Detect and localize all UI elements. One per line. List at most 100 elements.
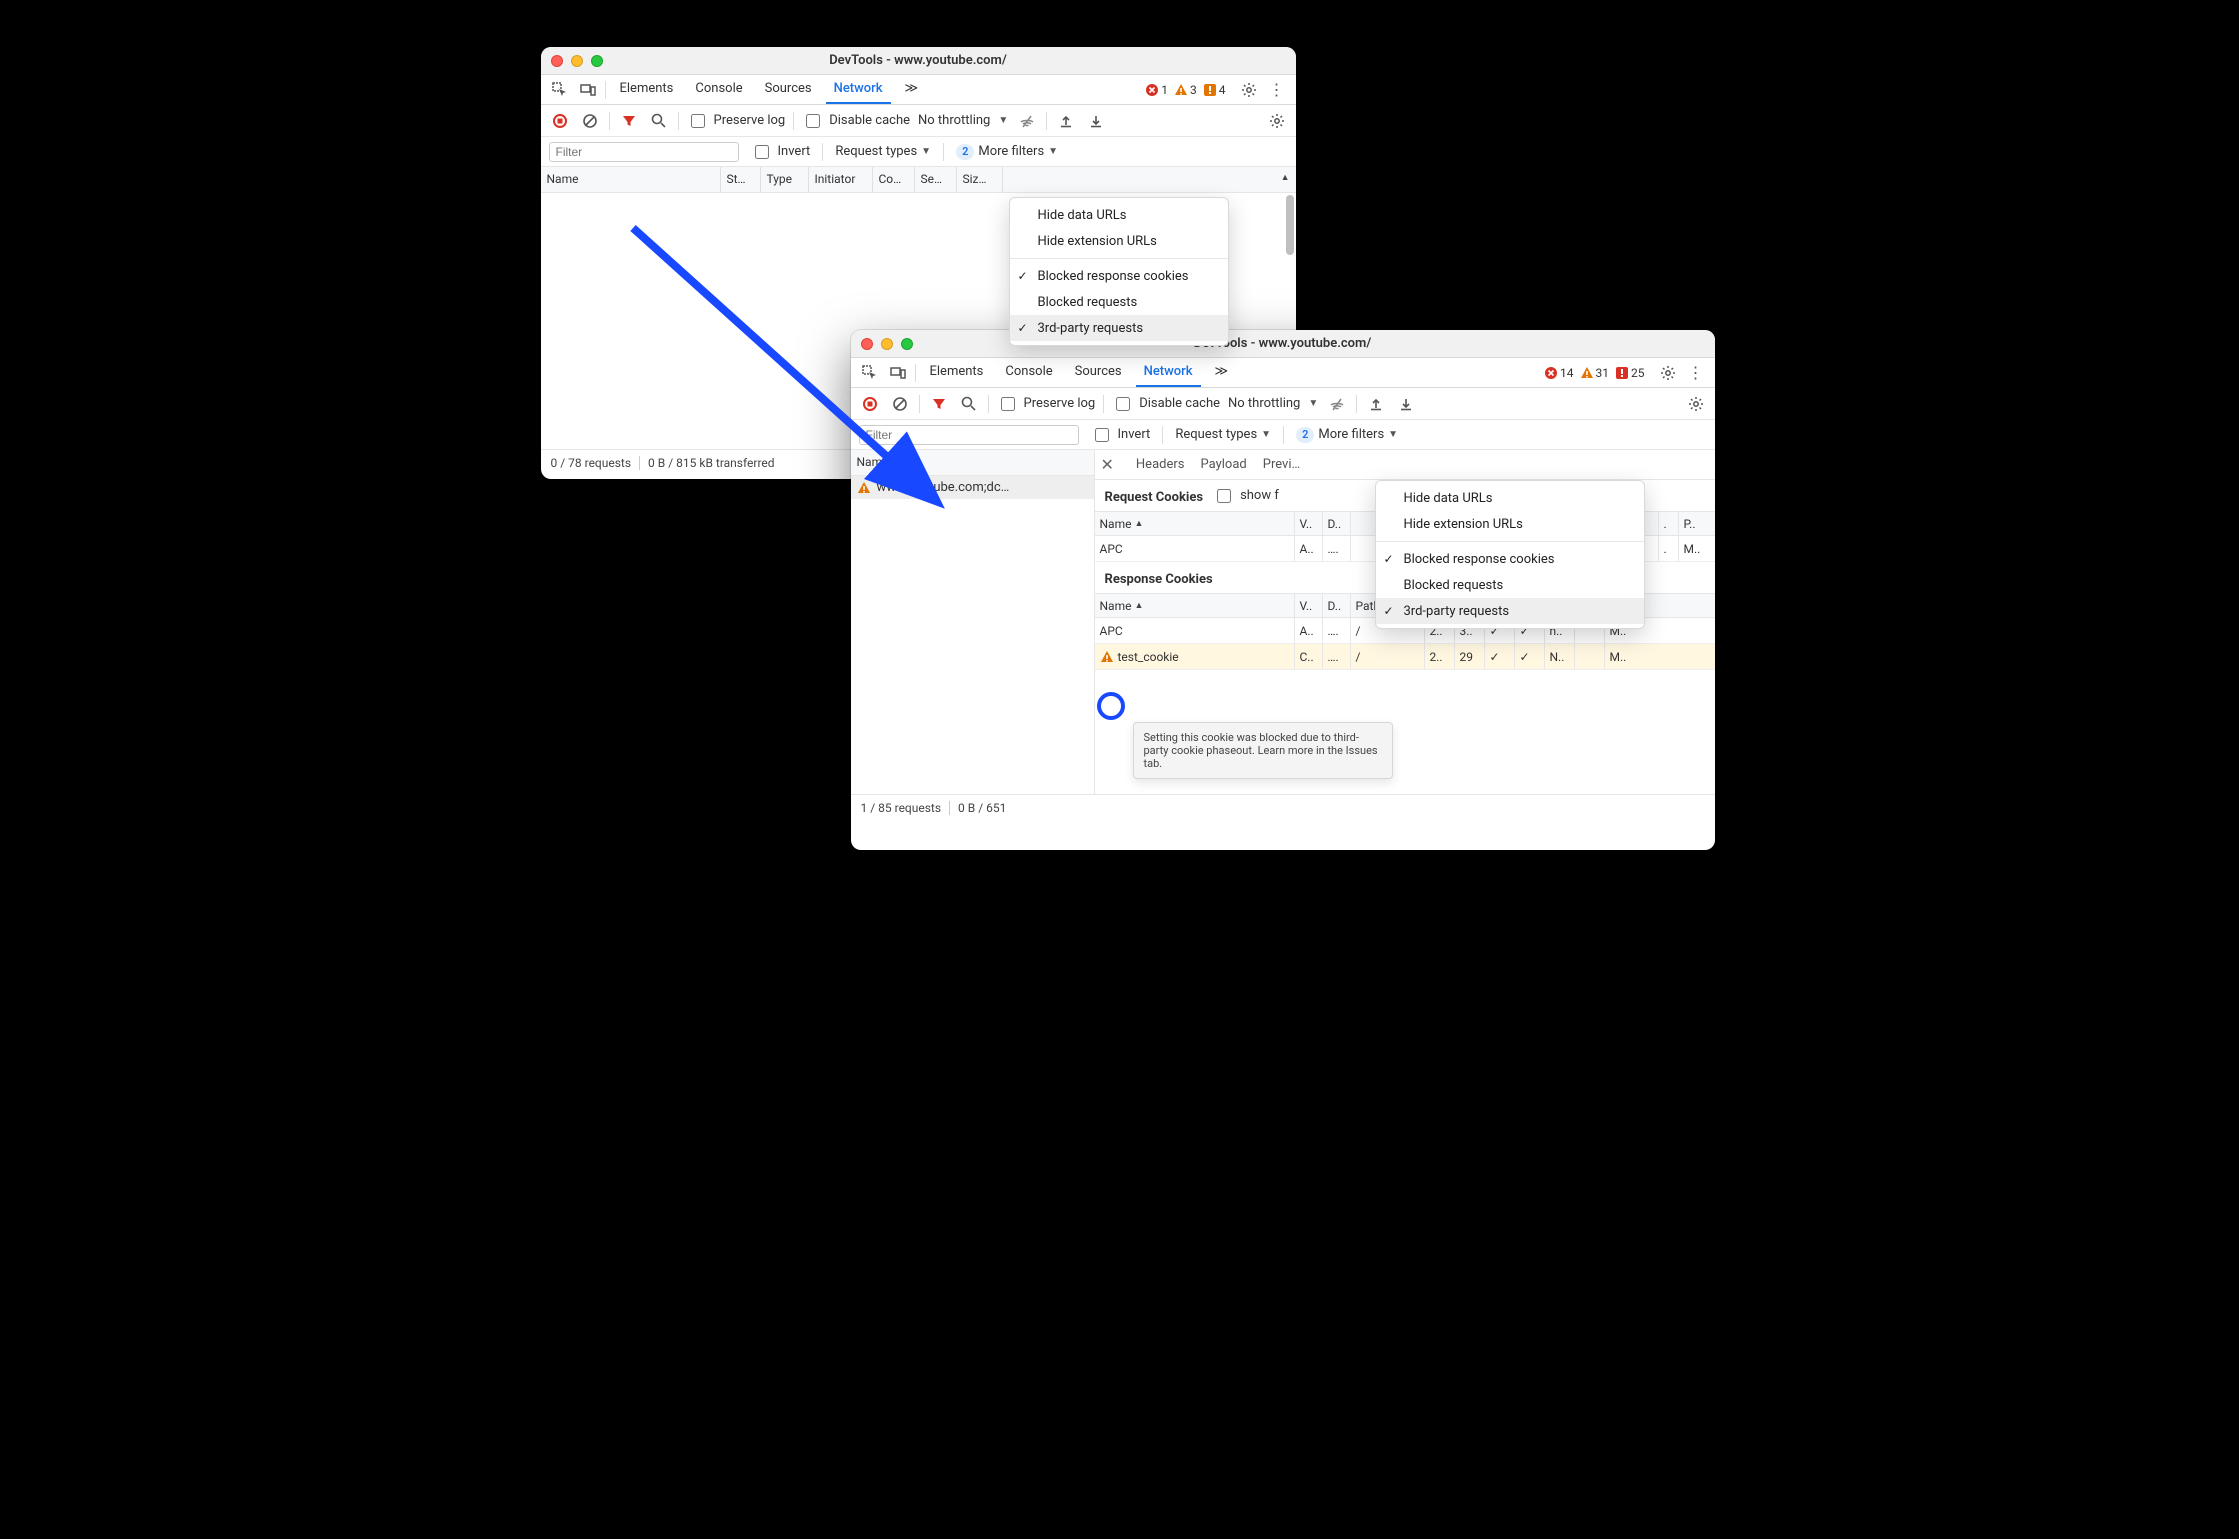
record-icon[interactable] [549,110,571,132]
error-count[interactable]: 14 [1544,366,1574,380]
error-count[interactable]: 1 [1145,83,1168,97]
chevron-down-icon[interactable]: ▼ [1308,398,1318,409]
tab-elements[interactable]: Elements [612,75,682,104]
upload-icon[interactable] [1055,110,1077,132]
col-se[interactable]: Se… [915,167,957,192]
kebab-icon[interactable]: ⋮ [1266,79,1288,101]
zoom-icon[interactable] [591,55,603,67]
scrollbar-thumb[interactable] [1286,195,1294,255]
col-siz[interactable]: Siz… [957,167,1003,192]
zoom-icon[interactable] [901,338,913,350]
minimize-icon[interactable] [881,338,893,350]
tab-more[interactable]: ≫ [1207,358,1237,387]
more-filters-select[interactable]: 2 More filters ▼ [956,144,1058,160]
more-filters-select[interactable]: 2 More filters ▼ [1296,427,1398,443]
record-icon[interactable] [859,393,881,415]
col-header[interactable]: . [1659,512,1679,535]
tab-console[interactable]: Console [687,75,750,104]
col-name[interactable]: Name [541,167,721,192]
filter-input[interactable] [859,425,1079,445]
minimize-icon[interactable] [571,55,583,67]
inspect-icon[interactable] [549,79,571,101]
filter-option-blocked-response-cookies[interactable]: ✓Blocked response cookies [1376,546,1644,572]
filter-option-hide-data-urls[interactable]: Hide data URLs [1010,202,1228,228]
disable-cache-checkbox[interactable]: Disable cache [802,111,910,131]
filter-option-hide-extension-urls[interactable]: Hide extension URLs [1376,511,1644,537]
request-types-select[interactable]: Request types ▼ [835,144,931,159]
col-header[interactable]: Name▲ [1095,594,1295,617]
warning-count[interactable]: 3 [1174,83,1197,97]
invert-checkbox[interactable]: Invert [1091,425,1151,445]
clear-icon[interactable] [889,393,911,415]
tab-headers[interactable]: Headers [1136,457,1185,472]
issue-count[interactable]: 25 [1615,366,1645,380]
download-icon[interactable] [1395,393,1417,415]
tab-more[interactable]: ≫ [897,75,927,104]
filter-icon[interactable] [618,110,640,132]
filter-option-blocked-response-cookies[interactable]: ✓Blocked response cookies [1010,263,1228,289]
throttling-select[interactable]: No throttling [1228,396,1300,411]
col-header[interactable]: P.. [1679,512,1715,535]
settings-icon[interactable] [1238,79,1260,101]
filter-option--rd-party-requests[interactable]: ✓3rd-party requests [1010,315,1228,341]
network-conditions-icon[interactable] [1016,110,1038,132]
filter-option--rd-party-requests[interactable]: ✓3rd-party requests [1376,598,1644,624]
col-header[interactable]: V.. [1295,594,1323,617]
request-types-select[interactable]: Request types ▼ [1175,427,1271,442]
col-st[interactable]: St… [721,167,761,192]
close-detail-icon[interactable]: ✕ [1101,455,1114,474]
filter-icon[interactable] [928,393,950,415]
filter-option-blocked-requests[interactable]: Blocked requests [1376,572,1644,598]
tab-payload[interactable]: Payload [1201,457,1247,472]
device-toolbar-icon[interactable] [577,79,599,101]
settings-icon[interactable] [1266,110,1288,132]
table-row[interactable]: test_cookieC..…./2..29✓✓N..M.. [1095,644,1715,670]
col-name[interactable]: Name [851,450,1094,475]
filter-option-blocked-requests[interactable]: Blocked requests [1010,289,1228,315]
disable-cache-checkbox[interactable]: Disable cache [1112,394,1220,414]
col-waterfall[interactable]: ▲ [1003,167,1296,192]
tab-console[interactable]: Console [997,358,1060,387]
download-icon[interactable] [1085,110,1107,132]
col-header[interactable]: V.. [1295,512,1323,535]
invert-checkbox[interactable]: Invert [751,142,811,162]
throttling-select[interactable]: No throttling [918,113,990,128]
close-icon[interactable] [551,55,563,67]
tab-sources[interactable]: Sources [1067,358,1130,387]
network-conditions-icon[interactable] [1326,393,1348,415]
device-toolbar-icon[interactable] [887,362,909,384]
close-icon[interactable] [861,338,873,350]
col-header[interactable]: D.. [1323,594,1351,617]
col-co[interactable]: Co… [873,167,915,192]
issue-count[interactable]: 4 [1203,83,1226,97]
filter-option-hide-data-urls[interactable]: Hide data URLs [1376,485,1644,511]
chevron-down-icon[interactable]: ▼ [998,115,1008,126]
preserve-log-checkbox[interactable]: Preserve log [997,394,1096,414]
preserve-log-checkbox[interactable]: Preserve log [687,111,786,131]
col-initiator[interactable]: Initiator [809,167,873,192]
filter-input[interactable] [549,142,739,162]
search-icon[interactable] [648,110,670,132]
cell: APC [1095,618,1295,643]
inspect-icon[interactable] [859,362,881,384]
settings-icon[interactable] [1657,362,1679,384]
clear-icon[interactable] [579,110,601,132]
tab-network[interactable]: Network [1136,358,1201,387]
kebab-icon[interactable]: ⋮ [1685,362,1707,384]
upload-icon[interactable] [1365,393,1387,415]
tab-sources[interactable]: Sources [757,75,820,104]
filter-option-hide-extension-urls[interactable]: Hide extension URLs [1010,228,1228,254]
settings-icon[interactable] [1685,393,1707,415]
show-filtered-checkbox[interactable]: show f [1213,486,1279,506]
tab-network[interactable]: Network [826,75,891,104]
col-type[interactable]: Type [761,167,809,192]
col-header[interactable]: D.. [1323,512,1351,535]
search-icon[interactable] [958,393,980,415]
tab-elements[interactable]: Elements [922,358,992,387]
warning-count[interactable]: 31 [1580,366,1610,380]
col-header[interactable]: Name▲ [1095,512,1295,535]
request-row[interactable]: www.youtube.com;dc… [851,476,1094,499]
cell: 29 [1455,644,1485,669]
tab-preview[interactable]: Previ… [1263,457,1300,472]
status-bar: 1 / 85 requests 0 B / 651 [851,794,1715,820]
